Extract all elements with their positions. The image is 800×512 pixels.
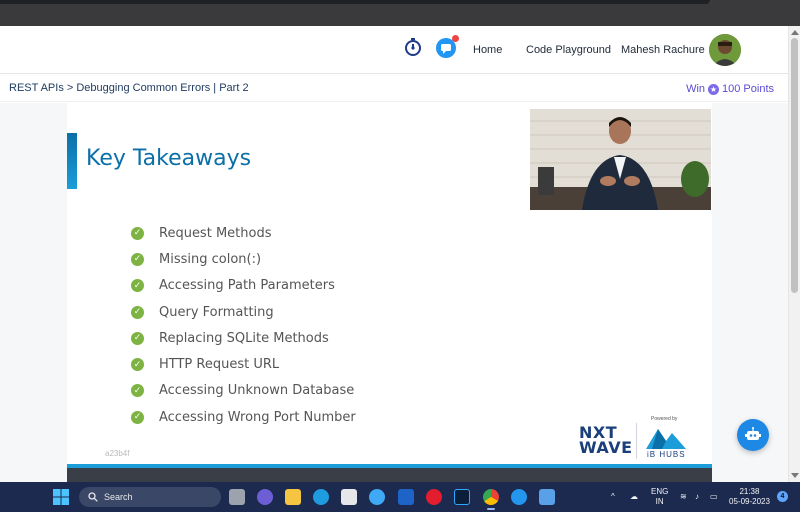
- check-icon: ✓: [131, 410, 144, 424]
- list-item-label: Accessing Path Parameters: [159, 278, 335, 294]
- list-item: ✓ Request Methods: [131, 220, 356, 246]
- check-icon: ✓: [131, 358, 144, 372]
- title-accent-bar: [67, 133, 77, 189]
- star-coin-icon: ★: [708, 83, 720, 95]
- list-item-label: Missing colon(:): [159, 251, 262, 267]
- title-accent-gap: [77, 133, 79, 189]
- clock-time: 21:38: [739, 487, 760, 496]
- check-icon: ✓: [131, 305, 144, 319]
- page-scrollbar[interactable]: [788, 26, 800, 482]
- list-item-label: Accessing Unknown Database: [159, 383, 355, 399]
- nxtwave-logo-line2: WAVE: [579, 438, 633, 457]
- file-explorer-icon[interactable]: [285, 489, 301, 505]
- browser-top-bar: [0, 0, 800, 26]
- stopwatch-icon[interactable]: [404, 38, 422, 61]
- slide-id: a23b4f: [105, 449, 130, 458]
- scrollbar-thumb[interactable]: [791, 38, 798, 293]
- instructor-video[interactable]: [530, 109, 711, 210]
- photoshop-icon[interactable]: [454, 489, 470, 505]
- task-view-icon[interactable]: [229, 489, 245, 505]
- check-icon: ✓: [131, 226, 144, 240]
- nav-code-playground[interactable]: Code Playground: [526, 44, 611, 56]
- edge-icon[interactable]: [313, 489, 329, 505]
- language-region: IN: [655, 497, 664, 506]
- reward-points-value: 100 Points: [722, 83, 774, 95]
- docker-icon[interactable]: [511, 489, 527, 505]
- teams-icon[interactable]: [398, 489, 414, 505]
- list-item: ✓ Accessing Path Parameters: [131, 273, 356, 299]
- breadcrumb[interactable]: REST APIs > Debugging Common Errors | Pa…: [9, 82, 249, 94]
- chat-icon[interactable]: [435, 35, 459, 64]
- logo-divider: [636, 423, 637, 459]
- list-item-label: HTTP Request URL: [159, 357, 280, 373]
- breadcrumb-bar: REST APIs > Debugging Common Errors | Pa…: [0, 75, 788, 102]
- clock-date: 05-09-2023: [729, 497, 770, 506]
- avatar[interactable]: [709, 34, 741, 66]
- robot-icon: [745, 427, 761, 440]
- search-icon: [88, 492, 98, 502]
- ib-hubs-label: iB HUBS: [647, 450, 686, 459]
- ib-hubs-logo-icon: [646, 429, 686, 449]
- notepad-icon[interactable]: [539, 489, 555, 505]
- list-item: ✓ HTTP Request URL: [131, 351, 356, 377]
- list-item: ✓ Accessing Unknown Database: [131, 378, 356, 404]
- list-item-label: Accessing Wrong Port Number: [159, 409, 356, 425]
- list-item: ✓ Query Formatting: [131, 299, 356, 325]
- teams-chat-icon[interactable]: [257, 489, 273, 505]
- app-icon[interactable]: [369, 489, 385, 505]
- check-icon: ✓: [131, 279, 144, 293]
- clock[interactable]: 21:38 05-09-2023: [729, 487, 770, 507]
- store-icon[interactable]: [341, 489, 357, 505]
- windows-taskbar: Search ^ ☁ ENG IN ≋ ♪ ▭ 21:38 05-09-2023…: [0, 482, 800, 512]
- search-placeholder: Search: [104, 492, 133, 502]
- list-item: ✓ Replacing SQLite Methods: [131, 325, 356, 351]
- reward-prefix: Win: [686, 83, 706, 95]
- list-item-label: Request Methods: [159, 225, 272, 241]
- taskbar-search[interactable]: Search: [79, 487, 221, 507]
- nxtwave-logo: NXT WAVE: [579, 425, 633, 457]
- takeaways-list: ✓ Request Methods ✓ Missing colon(:) ✓ Acce…: [131, 220, 356, 430]
- nav-home[interactable]: Home: [473, 44, 502, 56]
- slide-footer-bar: [67, 468, 712, 482]
- list-item: ✓ Accessing Wrong Port Number: [131, 404, 356, 430]
- language-indicator[interactable]: ENG IN: [651, 487, 668, 507]
- battery-icon[interactable]: ▭: [710, 492, 718, 502]
- list-item-label: Replacing SQLite Methods: [159, 330, 329, 346]
- user-name[interactable]: Mahesh Rachure: [621, 44, 705, 56]
- chrome-icon[interactable]: [483, 489, 499, 510]
- powered-by-label: Powered by: [651, 416, 678, 422]
- notification-badge[interactable]: 4: [777, 491, 788, 502]
- scroll-down-icon[interactable]: [791, 473, 799, 478]
- chevron-up-icon[interactable]: ^: [611, 492, 615, 502]
- chatbot-button[interactable]: [737, 419, 769, 451]
- list-item-label: Query Formatting: [159, 304, 274, 320]
- slide-title: Key Takeaways: [86, 146, 252, 171]
- windows-start-icon[interactable]: [53, 489, 69, 505]
- chat-notification-dot: [452, 35, 459, 42]
- wifi-icon[interactable]: ≋: [680, 492, 687, 502]
- check-icon: ✓: [131, 384, 144, 398]
- volume-icon[interactable]: ♪: [695, 492, 699, 502]
- scroll-up-icon[interactable]: [791, 30, 799, 35]
- opera-icon[interactable]: [426, 489, 442, 505]
- language-code: ENG: [651, 487, 669, 496]
- check-icon: ✓: [131, 252, 144, 266]
- app-header: Home Code Playground Mahesh Rachure: [0, 26, 788, 74]
- cloud-icon[interactable]: ☁: [630, 492, 638, 502]
- list-item: ✓ Missing colon(:): [131, 246, 356, 272]
- reward-points[interactable]: Win ★ 100 Points: [686, 83, 774, 95]
- check-icon: ✓: [131, 331, 144, 345]
- browser-tabstrip: [0, 0, 710, 4]
